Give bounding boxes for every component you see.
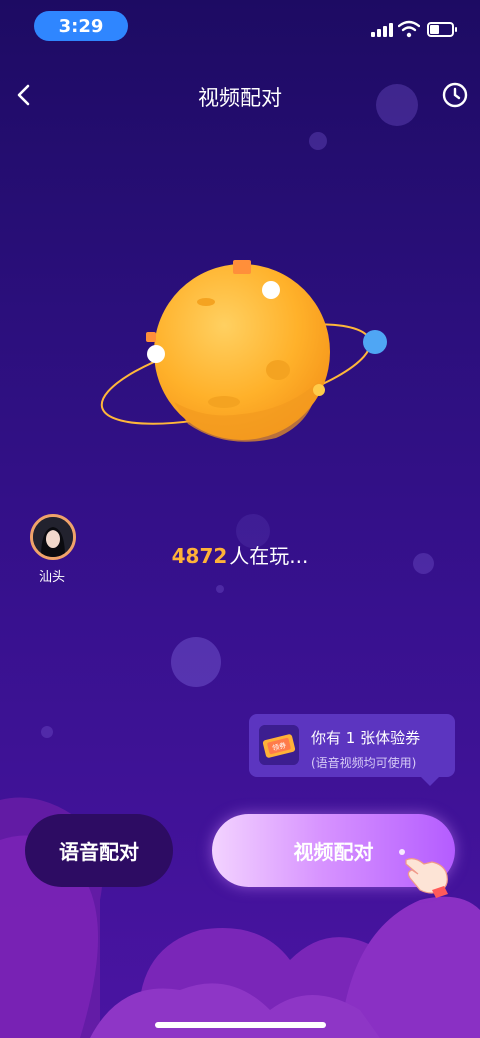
- decor-bubble: [376, 84, 418, 126]
- online-count: 4872 人在玩...: [0, 540, 480, 569]
- voucher-subtitle: (语音视频均可使用): [311, 756, 417, 770]
- history-button[interactable]: [440, 80, 470, 110]
- status-bar: 3:29: [0, 0, 480, 54]
- planet-illustration: [100, 260, 387, 442]
- cellular-signal-icon: [371, 23, 393, 37]
- voucher-tooltip[interactable]: 领券 你有 1 张体验券 (语音视频均可使用): [249, 714, 455, 786]
- wifi-icon: [398, 20, 420, 38]
- status-time: 3:29: [34, 11, 128, 41]
- pointing-hand-icon: [399, 849, 448, 898]
- voice-match-button[interactable]: 语音配对: [25, 814, 173, 887]
- clock-icon: [442, 82, 468, 108]
- decor-bubble: [309, 132, 327, 150]
- online-number: 4872: [171, 544, 228, 568]
- decor-bubble: [216, 585, 224, 593]
- voucher-title: 你有 1 张体验券: [311, 729, 421, 747]
- ticket-icon: 领券: [259, 725, 299, 765]
- battery-icon: [427, 22, 457, 37]
- online-suffix: 人在玩...: [229, 544, 309, 568]
- home-indicator[interactable]: [155, 1022, 326, 1028]
- decor-bubble: [41, 726, 53, 738]
- decor-bubble: [171, 637, 221, 687]
